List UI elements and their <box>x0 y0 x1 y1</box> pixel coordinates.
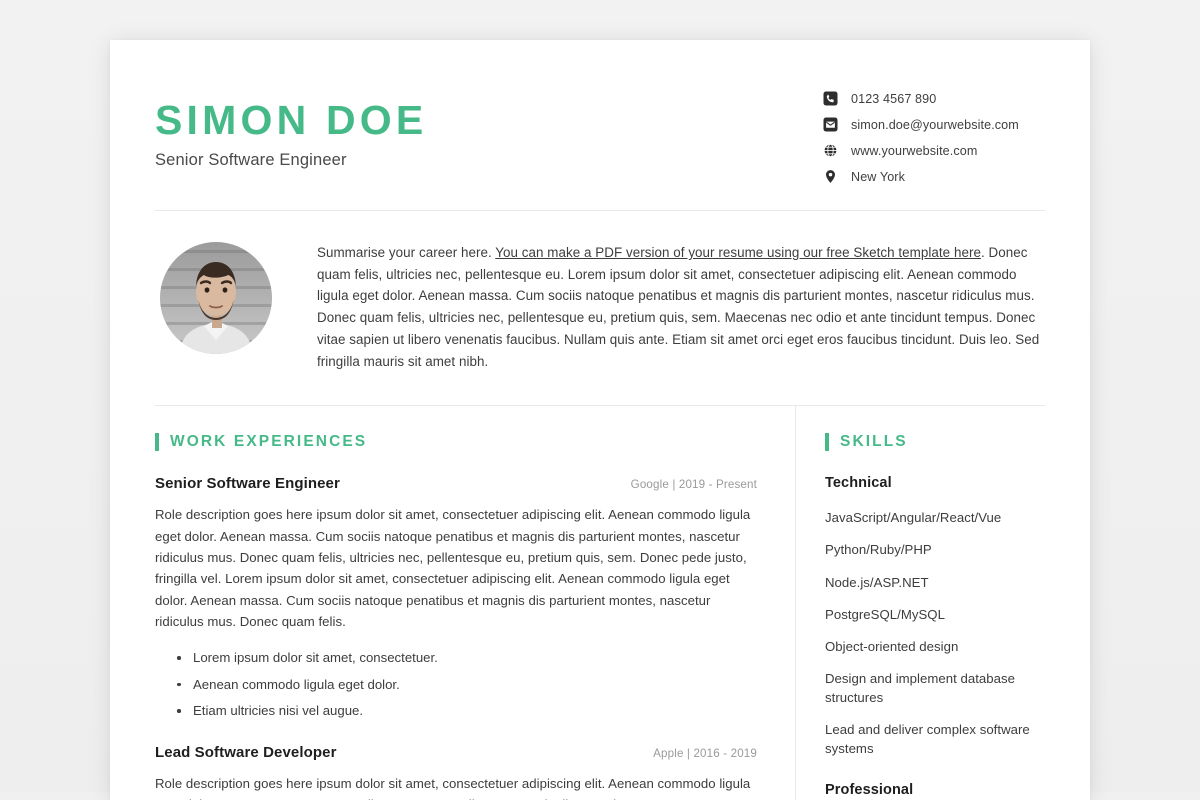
list-item: Lead and deliver complex software system… <box>825 722 1030 757</box>
job-highlights-list: Lorem ipsum dolor sit amet, consectetuer… <box>155 648 757 721</box>
summary-lead-text: Summarise your career here. <box>317 245 496 260</box>
contact-location-text: New York <box>851 169 906 184</box>
phone-icon <box>823 91 838 106</box>
contact-website-text: www.yourwebsite.com <box>851 143 978 158</box>
identity-block: SIMON DOE Senior Software Engineer <box>155 85 427 170</box>
list-item: Python/Ruby/PHP <box>825 542 932 558</box>
contact-phone-text: 0123 4567 890 <box>851 91 937 106</box>
contact-location[interactable]: New York <box>823 169 1045 184</box>
candidate-name: SIMON DOE <box>155 97 428 143</box>
resume-document: SIMON DOE Senior Software Engineer 0123 … <box>110 40 1090 800</box>
list-item: Object-oriented design <box>825 638 959 654</box>
contact-phone[interactable]: 0123 4567 890 <box>823 91 1045 106</box>
content-columns: Work Experiences Senior Software Enginee… <box>155 406 1045 800</box>
list-item: Lorem ipsum dolor sit amet, consectetuer… <box>177 648 757 668</box>
skill-group-title: Technical <box>825 475 892 492</box>
summary-rest-text: . Donec quam felis, ultricies nec, pelle… <box>317 245 1040 369</box>
work-experience-column: Work Experiences Senior Software Enginee… <box>155 406 795 800</box>
job-description: Role description goes here ipsum dolor s… <box>155 507 751 630</box>
skill-group-title: Professional <box>825 782 914 799</box>
list-item: PostgreSQL/MySQL <box>825 606 945 622</box>
contact-email-text: simon.doe@yourwebsite.com <box>851 117 1019 132</box>
candidate-job-title: Senior Software Engineer <box>155 151 347 170</box>
job-entry: Senior Software Engineer Google | 2019 -… <box>155 475 757 722</box>
globe-icon <box>823 143 838 158</box>
location-pin-icon <box>823 169 838 184</box>
summary-paragraph: Summarise your career here. You can make… <box>317 242 1045 372</box>
summary-section: Summarise your career here. You can make… <box>155 211 1045 405</box>
work-experience-title: Work Experiences <box>170 433 368 451</box>
contact-website[interactable]: www.yourwebsite.com <box>823 143 1045 158</box>
list-item: Node.js/ASP.NET <box>825 574 929 590</box>
job-company-dates: Apple | 2016 - 2019 <box>653 746 757 760</box>
sketch-template-link[interactable]: You can make a PDF version of your resum… <box>495 245 981 260</box>
skills-title: Skills <box>840 433 908 451</box>
skill-group-technical: Technical JavaScript/Angular/React/Vue P… <box>825 475 1045 758</box>
email-icon <box>823 117 838 132</box>
job-company-dates: Google | 2019 - Present <box>630 478 757 492</box>
job-description: Role description goes here ipsum dolor s… <box>155 775 751 800</box>
job-role: Lead Software Developer <box>155 743 337 761</box>
contact-email[interactable]: simon.doe@yourwebsite.com <box>823 117 1045 132</box>
list-item: Etiam ultricies nisi vel augue. <box>177 701 757 721</box>
skill-group-professional: Professional Effective communication Tea… <box>825 782 1045 800</box>
work-experience-heading: Work Experiences <box>155 433 757 452</box>
resume-header: SIMON DOE Senior Software Engineer 0123 … <box>155 85 1045 210</box>
job-header: Senior Software Engineer Google | 2019 -… <box>155 475 757 492</box>
section-accent-bar <box>155 433 159 452</box>
section-accent-bar <box>825 433 829 452</box>
avatar <box>160 242 272 354</box>
job-header: Lead Software Developer Apple | 2016 - 2… <box>155 744 757 761</box>
contact-list: 0123 4567 890 simon.doe@yourwebsite.com <box>823 85 1045 184</box>
skills-heading: Skills <box>825 433 1045 452</box>
list-item: Design and implement database structures <box>825 670 1016 706</box>
list-item: Aenean commodo ligula eget dolor. <box>177 675 757 695</box>
list-item: JavaScript/Angular/React/Vue <box>825 510 1002 526</box>
job-role: Senior Software Engineer <box>155 475 340 493</box>
skills-column: Skills Technical JavaScript/Angular/Reac… <box>796 406 1045 800</box>
